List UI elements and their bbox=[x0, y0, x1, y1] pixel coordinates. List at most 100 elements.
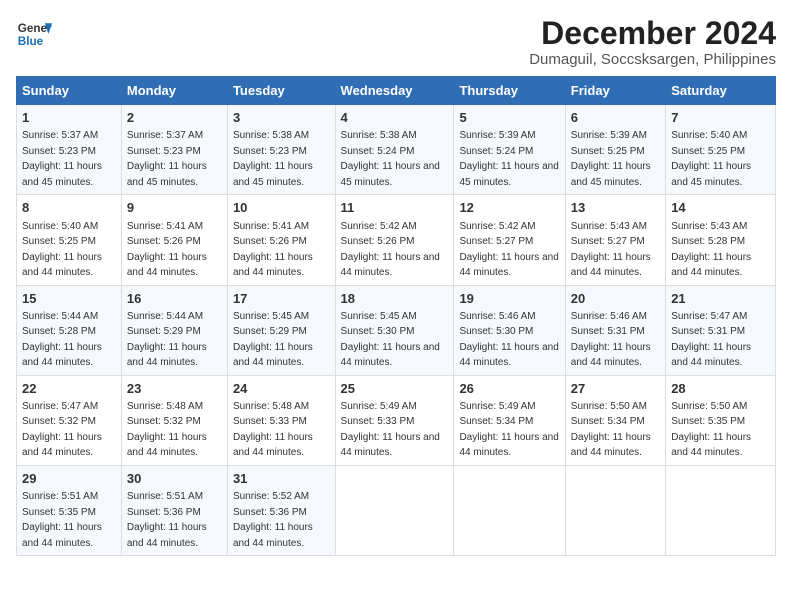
column-header-wednesday: Wednesday bbox=[335, 77, 454, 105]
cell-info: Sunrise: 5:48 AMSunset: 5:33 PMDaylight:… bbox=[233, 401, 313, 459]
calendar-body: 1 Sunrise: 5:37 AMSunset: 5:23 PMDaylight… bbox=[17, 105, 776, 556]
calendar-cell: 30 Sunrise: 5:51 AMSunset: 5:36 PMDayligh… bbox=[121, 465, 227, 555]
day-number: 13 bbox=[571, 199, 660, 217]
day-number: 12 bbox=[459, 199, 559, 217]
day-number: 25 bbox=[341, 380, 449, 398]
day-number: 31 bbox=[233, 470, 330, 488]
calendar-cell: 12 Sunrise: 5:42 AMSunset: 5:27 PMDayligh… bbox=[454, 195, 565, 285]
calendar-cell: 15Sunrise: 5:44 AMSunset: 5:28 PMDayligh… bbox=[17, 285, 122, 375]
day-number: 30 bbox=[127, 470, 222, 488]
day-number: 19 bbox=[459, 290, 559, 308]
day-number: 15 bbox=[22, 290, 116, 308]
calendar-cell: 11 Sunrise: 5:42 AMSunset: 5:26 PMDayligh… bbox=[335, 195, 454, 285]
calendar-cell: 17 Sunrise: 5:45 AMSunset: 5:29 PMDayligh… bbox=[227, 285, 335, 375]
cell-info: Sunrise: 5:50 AMSunset: 5:34 PMDaylight:… bbox=[571, 401, 651, 459]
calendar-cell: 8Sunrise: 5:40 AMSunset: 5:25 PMDaylight… bbox=[17, 195, 122, 285]
cell-info: Sunrise: 5:39 AMSunset: 5:24 PMDaylight:… bbox=[459, 130, 558, 188]
calendar-cell: 25 Sunrise: 5:49 AMSunset: 5:33 PMDayligh… bbox=[335, 375, 454, 465]
calendar-week-row: 8Sunrise: 5:40 AMSunset: 5:25 PMDaylight… bbox=[17, 195, 776, 285]
logo: General Blue bbox=[16, 16, 52, 52]
cell-info: Sunrise: 5:45 AMSunset: 5:29 PMDaylight:… bbox=[233, 311, 313, 369]
day-number: 28 bbox=[671, 380, 770, 398]
day-number: 29 bbox=[22, 470, 116, 488]
cell-info: Sunrise: 5:39 AMSunset: 5:25 PMDaylight:… bbox=[571, 130, 651, 188]
day-number: 9 bbox=[127, 199, 222, 217]
calendar-cell: 27 Sunrise: 5:50 AMSunset: 5:34 PMDayligh… bbox=[565, 375, 665, 465]
day-number: 18 bbox=[341, 290, 449, 308]
calendar-cell bbox=[335, 465, 454, 555]
day-number: 22 bbox=[22, 380, 116, 398]
cell-info: Sunrise: 5:52 AMSunset: 5:36 PMDaylight:… bbox=[233, 491, 313, 549]
calendar-cell: 5 Sunrise: 5:39 AMSunset: 5:24 PMDaylight… bbox=[454, 105, 565, 195]
day-number: 7 bbox=[671, 109, 770, 127]
day-number: 24 bbox=[233, 380, 330, 398]
cell-info: Sunrise: 5:48 AMSunset: 5:32 PMDaylight:… bbox=[127, 401, 207, 459]
cell-info: Sunrise: 5:37 AMSunset: 5:23 PMDaylight:… bbox=[127, 130, 207, 188]
calendar-cell: 6Sunrise: 5:39 AMSunset: 5:25 PMDaylight… bbox=[565, 105, 665, 195]
cell-info: Sunrise: 5:40 AMSunset: 5:25 PMDaylight:… bbox=[671, 130, 751, 188]
column-header-monday: Monday bbox=[121, 77, 227, 105]
cell-info: Sunrise: 5:43 AMSunset: 5:28 PMDaylight:… bbox=[671, 221, 751, 279]
cell-info: Sunrise: 5:49 AMSunset: 5:34 PMDaylight:… bbox=[459, 401, 558, 459]
day-number: 26 bbox=[459, 380, 559, 398]
cell-info: Sunrise: 5:49 AMSunset: 5:33 PMDaylight:… bbox=[341, 401, 440, 459]
day-number: 5 bbox=[459, 109, 559, 127]
cell-info: Sunrise: 5:45 AMSunset: 5:30 PMDaylight:… bbox=[341, 311, 440, 369]
day-number: 10 bbox=[233, 199, 330, 217]
subtitle: Dumaguil, Soccsksargen, Philippines bbox=[529, 51, 776, 68]
cell-info: Sunrise: 5:42 AMSunset: 5:26 PMDaylight:… bbox=[341, 221, 440, 279]
day-number: 4 bbox=[341, 109, 449, 127]
svg-text:Blue: Blue bbox=[18, 35, 44, 48]
calendar-cell: 31 Sunrise: 5:52 AMSunset: 5:36 PMDayligh… bbox=[227, 465, 335, 555]
day-number: 11 bbox=[341, 199, 449, 217]
calendar-cell: 14 Sunrise: 5:43 AMSunset: 5:28 PMDayligh… bbox=[666, 195, 776, 285]
calendar-cell bbox=[565, 465, 665, 555]
calendar-cell: 3Sunrise: 5:38 AMSunset: 5:23 PMDaylight… bbox=[227, 105, 335, 195]
calendar-week-row: 1 Sunrise: 5:37 AMSunset: 5:23 PMDaylight… bbox=[17, 105, 776, 195]
column-header-friday: Friday bbox=[565, 77, 665, 105]
calendar-cell: 29 Sunrise: 5:51 AMSunset: 5:35 PMDayligh… bbox=[17, 465, 122, 555]
day-number: 21 bbox=[671, 290, 770, 308]
calendar-cell: 22 Sunrise: 5:47 AMSunset: 5:32 PMDayligh… bbox=[17, 375, 122, 465]
day-number: 17 bbox=[233, 290, 330, 308]
calendar-cell: 28 Sunrise: 5:50 AMSunset: 5:35 PMDayligh… bbox=[666, 375, 776, 465]
calendar-cell: 19Sunrise: 5:46 AMSunset: 5:30 PMDayligh… bbox=[454, 285, 565, 375]
calendar-cell bbox=[454, 465, 565, 555]
day-number: 23 bbox=[127, 380, 222, 398]
calendar-cell: 23 Sunrise: 5:48 AMSunset: 5:32 PMDayligh… bbox=[121, 375, 227, 465]
calendar-cell: 1 Sunrise: 5:37 AMSunset: 5:23 PMDaylight… bbox=[17, 105, 122, 195]
cell-info: Sunrise: 5:51 AMSunset: 5:35 PMDaylight:… bbox=[22, 491, 102, 549]
logo-icon: General Blue bbox=[16, 16, 52, 52]
calendar-cell: 10 Sunrise: 5:41 AMSunset: 5:26 PMDayligh… bbox=[227, 195, 335, 285]
calendar-week-row: 22 Sunrise: 5:47 AMSunset: 5:32 PMDayligh… bbox=[17, 375, 776, 465]
calendar-cell: 9 Sunrise: 5:41 AMSunset: 5:26 PMDaylight… bbox=[121, 195, 227, 285]
day-number: 16 bbox=[127, 290, 222, 308]
cell-info: Sunrise: 5:41 AMSunset: 5:26 PMDaylight:… bbox=[127, 221, 207, 279]
calendar-week-row: 29 Sunrise: 5:51 AMSunset: 5:35 PMDayligh… bbox=[17, 465, 776, 555]
calendar-cell bbox=[666, 465, 776, 555]
calendar-cell: 24 Sunrise: 5:48 AMSunset: 5:33 PMDayligh… bbox=[227, 375, 335, 465]
cell-info: Sunrise: 5:42 AMSunset: 5:27 PMDaylight:… bbox=[459, 221, 558, 279]
cell-info: Sunrise: 5:47 AMSunset: 5:32 PMDaylight:… bbox=[22, 401, 102, 459]
cell-info: Sunrise: 5:38 AMSunset: 5:24 PMDaylight:… bbox=[341, 130, 440, 188]
calendar-cell: 20Sunrise: 5:46 AMSunset: 5:31 PMDayligh… bbox=[565, 285, 665, 375]
day-number: 14 bbox=[671, 199, 770, 217]
column-header-saturday: Saturday bbox=[666, 77, 776, 105]
cell-info: Sunrise: 5:37 AMSunset: 5:23 PMDaylight:… bbox=[22, 130, 102, 188]
day-number: 27 bbox=[571, 380, 660, 398]
day-number: 1 bbox=[22, 109, 116, 127]
cell-info: Sunrise: 5:50 AMSunset: 5:35 PMDaylight:… bbox=[671, 401, 751, 459]
calendar-cell: 18 Sunrise: 5:45 AMSunset: 5:30 PMDayligh… bbox=[335, 285, 454, 375]
day-number: 20 bbox=[571, 290, 660, 308]
cell-info: Sunrise: 5:41 AMSunset: 5:26 PMDaylight:… bbox=[233, 221, 313, 279]
calendar-cell: 16Sunrise: 5:44 AMSunset: 5:29 PMDayligh… bbox=[121, 285, 227, 375]
calendar-cell: 4 Sunrise: 5:38 AMSunset: 5:24 PMDaylight… bbox=[335, 105, 454, 195]
header: General Blue December 2024 Dumaguil, Soc… bbox=[16, 16, 776, 68]
cell-info: Sunrise: 5:51 AMSunset: 5:36 PMDaylight:… bbox=[127, 491, 207, 549]
cell-info: Sunrise: 5:43 AMSunset: 5:27 PMDaylight:… bbox=[571, 221, 651, 279]
calendar-cell: 7 Sunrise: 5:40 AMSunset: 5:25 PMDaylight… bbox=[666, 105, 776, 195]
column-header-sunday: Sunday bbox=[17, 77, 122, 105]
column-header-tuesday: Tuesday bbox=[227, 77, 335, 105]
day-number: 8 bbox=[22, 199, 116, 217]
calendar-week-row: 15Sunrise: 5:44 AMSunset: 5:28 PMDayligh… bbox=[17, 285, 776, 375]
